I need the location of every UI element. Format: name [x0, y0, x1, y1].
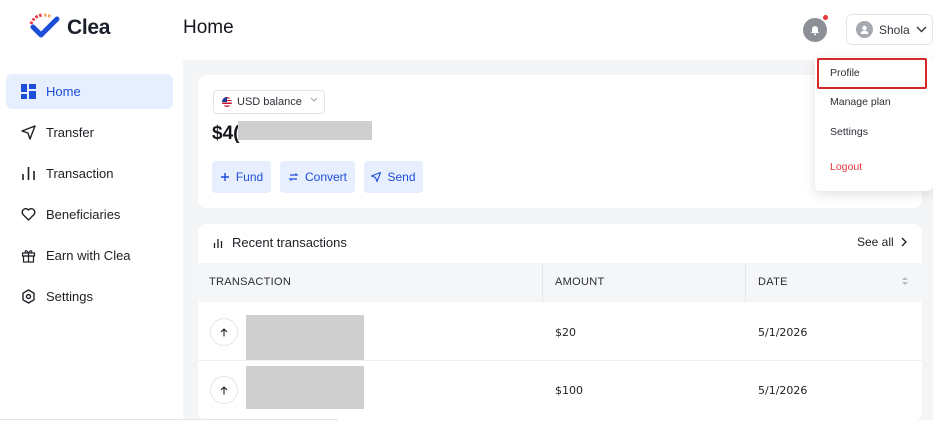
convert-icon	[288, 173, 299, 181]
user-menu-button[interactable]: Shola	[846, 14, 933, 45]
convert-button-label: Convert	[304, 170, 348, 184]
sidebar-item-label: Home	[46, 84, 81, 99]
sidebar-item-transaction[interactable]: Transaction	[6, 156, 173, 191]
outgoing-arrow-icon	[210, 376, 238, 404]
menu-item-logout[interactable]: Logout	[830, 161, 862, 173]
outgoing-arrow-icon	[210, 318, 238, 346]
grid-icon	[20, 84, 36, 100]
sort-icon[interactable]	[901, 275, 909, 287]
recent-transactions-title: Recent transactions	[213, 235, 347, 250]
chevron-down-icon	[310, 97, 318, 102]
sidebar-item-label: Beneficiaries	[46, 207, 121, 222]
send-icon	[371, 172, 382, 182]
gift-icon	[20, 248, 36, 264]
balance-amount: $4(	[212, 123, 240, 144]
redacted-transaction-details	[246, 315, 364, 361]
sidebar-item-label: Transfer	[46, 125, 94, 140]
redacted-transaction-details	[246, 366, 364, 409]
sidebar-item-home[interactable]: Home	[6, 74, 173, 109]
sidebar: Clea Home Transfer Transaction Beneficia…	[0, 0, 183, 427]
page-title: Home	[183, 17, 234, 38]
highlight-box	[817, 58, 927, 89]
us-flag-icon	[222, 97, 232, 107]
sidebar-item-transfer[interactable]: Transfer	[6, 115, 173, 150]
bars-icon	[20, 166, 36, 182]
sidebar-item-label: Earn with Clea	[46, 248, 131, 263]
sidebar-item-label: Settings	[46, 289, 93, 304]
sidebar-item-settings[interactable]: Settings	[6, 279, 173, 314]
send-button[interactable]: Send	[364, 161, 423, 193]
send-button-label: Send	[387, 170, 416, 184]
menu-item-settings[interactable]: Settings	[830, 126, 868, 138]
plus-icon	[220, 173, 229, 181]
transaction-date: 5/1/2026	[758, 384, 808, 397]
menu-item-manage-plan[interactable]: Manage plan	[830, 96, 891, 108]
notification-dot	[823, 15, 828, 20]
gear-icon	[20, 289, 36, 305]
fund-button-label: Fund	[235, 170, 264, 184]
divider	[0, 419, 338, 420]
transaction-amount: $20	[555, 326, 576, 339]
row-divider	[198, 360, 922, 361]
sidebar-nav: Home Transfer Transaction Beneficiaries	[6, 74, 173, 320]
transaction-date: 5/1/2026	[758, 326, 808, 339]
brand-name: Clea	[67, 16, 111, 39]
column-divider	[542, 263, 543, 302]
notification-bell-icon[interactable]	[803, 18, 827, 42]
send-icon	[20, 125, 36, 141]
chevron-right-icon	[901, 237, 907, 247]
chevron-down-icon	[916, 26, 927, 33]
convert-button[interactable]: Convert	[280, 161, 355, 193]
column-header-date[interactable]: DATE	[758, 276, 788, 288]
avatar	[856, 21, 873, 38]
currency-selector[interactable]: USD balance	[213, 90, 325, 114]
brand-logo[interactable]: Clea	[27, 13, 110, 43]
heart-icon	[20, 207, 36, 223]
redacted-balance	[238, 121, 372, 140]
app-window: Clea Home Transfer Transaction Beneficia…	[0, 0, 933, 427]
sidebar-item-label: Transaction	[46, 166, 114, 181]
see-all-label: See all	[857, 235, 894, 249]
column-header-amount[interactable]: AMOUNT	[555, 276, 604, 288]
fund-button[interactable]: Fund	[212, 161, 271, 193]
user-name: Shola	[879, 22, 910, 37]
sidebar-item-beneficiaries[interactable]: Beneficiaries	[6, 197, 173, 232]
column-divider	[745, 263, 746, 302]
sidebar-item-earn[interactable]: Earn with Clea	[6, 238, 173, 273]
clea-logo-icon	[29, 13, 60, 38]
column-header-transaction[interactable]: TRANSACTION	[209, 276, 291, 288]
transaction-amount: $100	[555, 384, 583, 397]
currency-selector-label: USD balance	[237, 96, 302, 108]
recent-transactions-label: Recent transactions	[232, 235, 347, 250]
see-all-link[interactable]: See all	[857, 235, 907, 249]
bar-chart-icon	[213, 238, 223, 248]
